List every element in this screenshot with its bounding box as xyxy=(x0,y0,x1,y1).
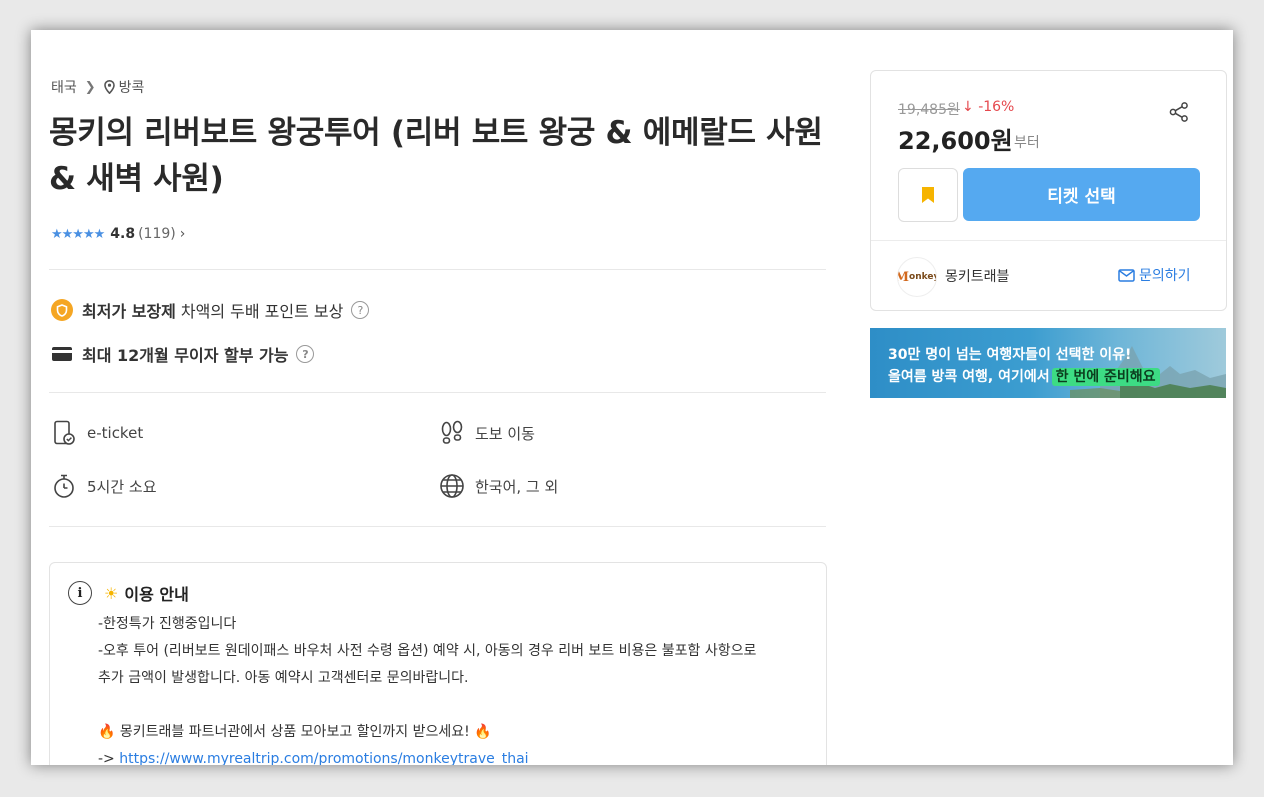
notice-heading: 이용 안내 xyxy=(124,585,189,604)
banner-subline: 올여름 방콕 여행, 여기에서 한 번에 준비해요 xyxy=(888,366,1160,386)
star-rating-icon: ★★★★★ xyxy=(51,226,105,242)
inquiry-button[interactable]: 문의하기 xyxy=(1118,265,1191,285)
location-pin-icon xyxy=(103,80,115,94)
breadcrumb-city[interactable]: 방콕 xyxy=(119,77,145,97)
seller-logo-text: onkey xyxy=(909,272,937,282)
feature-language-label: 한국어, 그 외 xyxy=(475,477,559,496)
installment-info: 최대 12개월 무이자 할부 가능 ? xyxy=(51,342,315,366)
chevron-right-icon: ❯ xyxy=(84,79,96,95)
feature-ticket: e-ticket xyxy=(51,420,143,446)
bookmark-icon xyxy=(922,187,934,203)
review-count: (119) xyxy=(138,226,176,242)
breadcrumb: 태국 ❯ 방콕 xyxy=(51,77,144,97)
divider xyxy=(49,526,826,527)
notice-promo-line: 🔥 몽키트래블 파트너관에서 상품 모아보고 할인까지 받으세요! 🔥 xyxy=(98,719,813,746)
guarantee-text: 차액의 두배 포인트 보상 xyxy=(180,302,344,321)
select-ticket-button[interactable]: 티켓 선택 xyxy=(963,168,1200,221)
price-suffix: 부터 xyxy=(1014,135,1040,151)
feature-duration: 5시간 소요 xyxy=(51,473,157,499)
info-icon: i xyxy=(68,581,92,605)
discount-rate: ↓ -16% xyxy=(962,99,1014,115)
guarantee-title: 최저가 보장제 xyxy=(82,302,176,321)
product-title: 몽키의 리버보트 왕궁투어 (리버 보트 왕궁 & 에메랄드 사원 & 새벽 사… xyxy=(49,115,823,197)
feature-move-label: 도보 이동 xyxy=(475,424,535,443)
mobile-ticket-icon xyxy=(51,420,77,446)
chevron-right-icon: › xyxy=(179,226,186,242)
feature-language: 한국어, 그 외 xyxy=(439,473,558,499)
purchase-card: 19,485원 ↓ -16% 22,600원 부터 티켓 선택 Monkey 몽… xyxy=(870,70,1227,311)
lowest-price-guarantee: 최저가 보장제 차액의 두배 포인트 보상 ? xyxy=(51,298,370,322)
mail-icon xyxy=(1118,268,1135,282)
breadcrumb-country[interactable]: 태국 xyxy=(51,77,77,97)
fire-icon: 🔥 xyxy=(474,724,492,740)
stopwatch-icon xyxy=(51,473,77,499)
feature-ticket-label: e-ticket xyxy=(87,424,144,442)
sun-icon: ☀ xyxy=(104,583,119,603)
shield-badge-icon xyxy=(51,299,73,321)
divider xyxy=(49,269,826,270)
original-price: 19,485원 xyxy=(898,102,960,118)
banner-headline: 30만 명이 넘는 여행자들이 선택한 이유! xyxy=(888,347,1132,363)
share-icon[interactable] xyxy=(1168,101,1190,123)
divider xyxy=(49,392,826,393)
feature-move: 도보 이동 xyxy=(439,420,535,446)
feature-duration-label: 5시간 소요 xyxy=(87,477,157,496)
notice-promo: 몽키트래블 파트너관에서 상품 모아보고 할인까지 받으세요! xyxy=(119,724,470,740)
arrow-down-icon: ↓ xyxy=(962,99,974,115)
credit-card-icon xyxy=(51,346,73,362)
usage-notice: i ☀ 이용 안내 -한정특가 진행중입니다 -오후 투어 (리버보트 원데이패… xyxy=(49,562,827,765)
notice-heading-row: i ☀ 이용 안내 xyxy=(68,581,189,605)
notice-line: -한정특가 진행중입니다 xyxy=(98,616,237,632)
banner-highlight: 한 번에 준비해요 xyxy=(1051,368,1160,386)
seller-logo[interactable]: Monkey xyxy=(897,257,937,297)
rating-value: 4.8 xyxy=(110,226,136,242)
banner-subline-text: 올여름 방콕 여행, 여기에서 xyxy=(888,369,1050,385)
divider xyxy=(871,240,1226,241)
fire-icon: 🔥 xyxy=(98,724,116,740)
sale-price: 22,600원 xyxy=(898,127,1013,155)
seller-name[interactable]: 몽키트래블 xyxy=(945,266,1009,286)
footprints-icon xyxy=(439,420,465,446)
notice-link-line: -> https://www.myrealtrip.com/promotions… xyxy=(98,746,813,765)
notice-arrow: -> xyxy=(98,751,115,765)
installment-text: 최대 12개월 무이자 할부 가능 xyxy=(82,346,289,365)
notice-body: -한정특가 진행중입니다 -오후 투어 (리버보트 원데이패스 바우처 사전 수… xyxy=(98,611,813,765)
notice-line: -오후 투어 (리버보트 원데이패스 바우처 사전 수령 옵션) 예약 시, 아… xyxy=(98,643,757,659)
wishlist-button[interactable] xyxy=(898,168,958,222)
globe-icon xyxy=(439,473,465,499)
inquiry-label: 문의하기 xyxy=(1139,268,1191,284)
notice-line: 추가 금액이 발생합니다. 아동 예약시 고객센터로 문의바랍니다. xyxy=(98,670,469,686)
promo-banner[interactable]: 30만 명이 넘는 여행자들이 선택한 이유! 올여름 방콕 여행, 여기에서 한… xyxy=(870,328,1226,398)
promotion-link[interactable]: https://www.myrealtrip.com/promotions/mo… xyxy=(119,751,528,765)
help-icon[interactable]: ? xyxy=(296,345,315,363)
page-frame: 태국 ❯ 방콕 몽키의 리버보트 왕궁투어 (리버 보트 왕궁 & 에메랄드 사… xyxy=(31,30,1233,765)
help-icon[interactable]: ? xyxy=(351,301,370,319)
discount-value: -16% xyxy=(978,99,1015,115)
rating-summary[interactable]: ★★★★★ 4.8 (119) › xyxy=(51,226,185,242)
